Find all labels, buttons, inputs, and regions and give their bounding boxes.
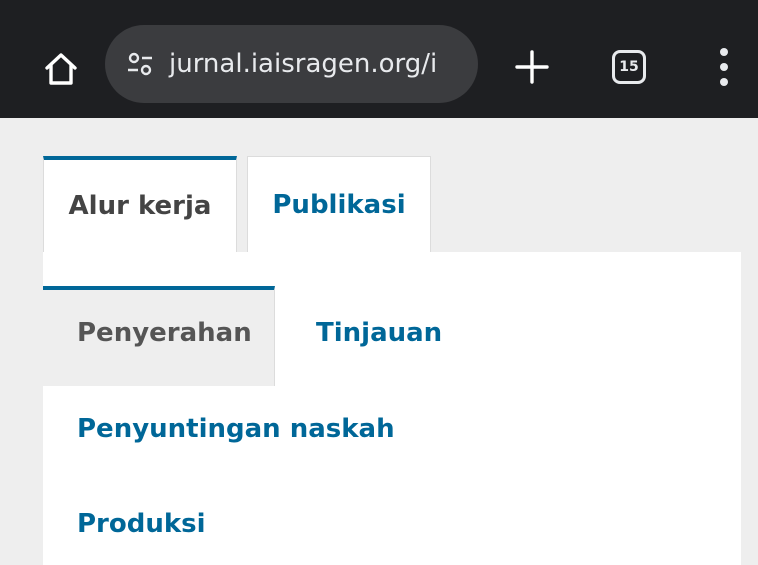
stage-tab-penyuntingan-naskah[interactable]: Penyuntingan naskah: [77, 414, 395, 444]
stage-tab-produksi[interactable]: Produksi: [77, 509, 206, 539]
stage-tab-penyerahan[interactable]: Penyerahan: [77, 318, 252, 348]
plus-icon-glyph: [515, 50, 549, 84]
overflow-menu-icon[interactable]: [706, 40, 742, 94]
menu-dot: [720, 48, 728, 56]
browser-toolbar: jurnal.iaisragen.org/i 15: [0, 0, 758, 118]
tab-alur-kerja[interactable]: Alur kerja: [43, 156, 237, 252]
page-content: Alur kerja Publikasi Penyerahan Tinjauan…: [0, 118, 758, 565]
new-tab-plus-icon[interactable]: [507, 42, 557, 92]
address-bar[interactable]: jurnal.iaisragen.org/i: [105, 25, 478, 103]
menu-dot: [720, 78, 728, 86]
tab-count-badge: 15: [612, 50, 646, 84]
site-info-icon[interactable]: [119, 43, 161, 85]
tune-icon-glyph: [128, 52, 152, 76]
stage-tab-tinjauan[interactable]: Tinjauan: [316, 318, 442, 348]
tab-publikasi[interactable]: Publikasi: [247, 156, 431, 252]
menu-dot: [720, 63, 728, 71]
home-icon[interactable]: [34, 42, 88, 96]
tab-switcher-icon[interactable]: 15: [606, 44, 652, 90]
home-icon-glyph: [45, 53, 77, 85]
url-text[interactable]: jurnal.iaisragen.org/i: [169, 25, 437, 103]
